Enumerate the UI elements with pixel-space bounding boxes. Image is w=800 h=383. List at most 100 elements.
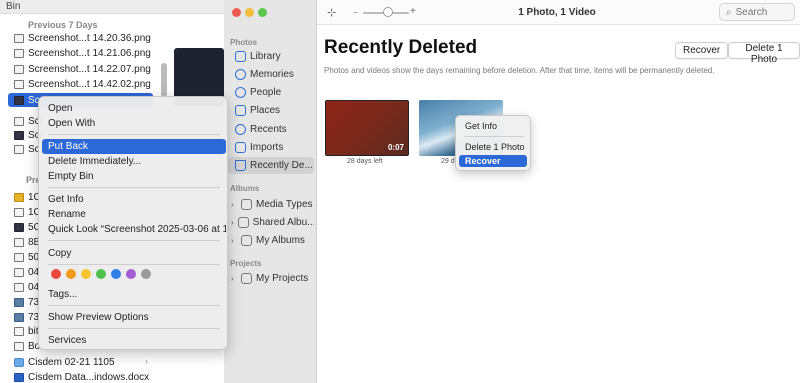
sidebar-section-photos: Photos [230, 38, 258, 47]
aspect-toggle-icon[interactable]: ⊹ [327, 6, 336, 19]
clock-icon [235, 124, 246, 135]
menu-item-copy[interactable]: Copy [42, 246, 226, 261]
sidebar-item-places[interactable]: Places [228, 102, 314, 119]
file-icon [14, 207, 24, 217]
file-icon [14, 64, 24, 74]
zoom-slider-knob[interactable] [383, 7, 393, 17]
file-row[interactable]: bit [14, 324, 39, 338]
menu-item-open[interactable]: Open [42, 101, 226, 116]
video-duration: 0:07 [387, 143, 404, 152]
folder-row[interactable]: Cisdem 02-21 1105 [14, 355, 115, 369]
menu-item-open-with[interactable]: Open With [42, 116, 226, 131]
tag-orange-dot[interactable] [66, 269, 76, 279]
menu-item-quick-look[interactable]: Quick Look “Screenshot 2025-03-06 at 10 [42, 222, 226, 237]
tag-blue-dot[interactable] [111, 269, 121, 279]
menu-item-delete-photo[interactable]: Delete 1 Photo [459, 141, 527, 153]
file-icon [14, 282, 24, 292]
close-window-button[interactable] [232, 8, 241, 17]
tag-purple-dot[interactable] [126, 269, 136, 279]
menu-item-empty-bin[interactable]: Empty Bin [42, 169, 226, 184]
delete-photo-button[interactable]: Delete 1 Photo [728, 42, 800, 65]
zoom-out-icon[interactable]: − [353, 8, 358, 17]
tag-red-dot[interactable] [51, 269, 61, 279]
file-row[interactable]: Screenshot...t 14.20.36.png [14, 31, 151, 45]
heart-icon[interactable]: ♡ [423, 142, 431, 153]
sidebar-item-memories[interactable]: Memories [228, 66, 314, 83]
photos-toolbar: ⊹ − + 1 Photo, 1 Video ⌕ [317, 0, 800, 25]
sidebar-item-recents[interactable]: Recents [228, 121, 314, 138]
photos-main-pane: ⊹ − + 1 Photo, 1 Video ⌕ Recently Delete… [317, 0, 800, 383]
menu-separator [48, 305, 220, 306]
menu-separator [48, 240, 220, 241]
file-icon [14, 33, 24, 43]
days-left-caption: 28 days left [347, 158, 383, 165]
recover-button[interactable]: Recover [675, 42, 729, 59]
file-row[interactable]: 50 [14, 250, 39, 264]
file-row[interactable]: Bo [14, 339, 40, 353]
sidebar-item-imports[interactable]: Imports [228, 139, 314, 156]
file-row[interactable]: Screenshot...t 14.22.07.png [14, 62, 151, 76]
menu-separator [48, 264, 220, 265]
file-row[interactable]: 73 [14, 310, 39, 324]
file-row[interactable]: Screenshot...t 14.21.06.png [14, 46, 151, 60]
folder-icon [237, 217, 249, 228]
file-row[interactable]: 5C [14, 220, 41, 234]
tag-green-dot[interactable] [96, 269, 106, 279]
file-row[interactable]: Cisdem Data...indows.docx [14, 370, 149, 383]
disclosure-chevron-icon[interactable]: › [231, 274, 237, 283]
import-icon [235, 142, 246, 153]
menu-item-get-info[interactable]: Get Info [459, 120, 527, 132]
disclosure-chevron-icon[interactable]: › [231, 200, 237, 209]
sidebar-item-library[interactable]: Library [228, 48, 314, 65]
file-icon [14, 341, 24, 351]
file-row[interactable]: Screenshot...t 14.42.02.png [14, 77, 151, 91]
library-icon [235, 51, 246, 62]
menu-item-put-back[interactable]: Put Back [42, 139, 226, 154]
menu-item-show-preview-options[interactable]: Show Preview Options [42, 310, 226, 325]
menu-item-services[interactable]: Services [42, 333, 226, 348]
zoom-window-button[interactable] [258, 8, 267, 17]
section-previous-7-days: Previous 7 Days [28, 20, 98, 30]
minimize-window-button[interactable] [245, 8, 254, 17]
menu-item-delete-immediately[interactable]: Delete Immediately... [42, 154, 226, 169]
sidebar-item-shared-albums[interactable]: › Shared Albu... [228, 214, 314, 231]
zoom-in-icon[interactable]: + [410, 6, 416, 17]
menu-item-rename[interactable]: Rename [42, 207, 226, 222]
file-icon [14, 222, 24, 232]
menu-item-get-info[interactable]: Get Info [42, 192, 226, 207]
search-input[interactable] [735, 6, 788, 18]
sidebar-section-projects: Projects [230, 259, 262, 268]
finder-context-menu: Open Open With Put Back Delete Immediate… [38, 96, 228, 350]
sidebar-item-my-albums[interactable]: › My Albums [228, 232, 314, 249]
file-row[interactable]: 04 [14, 265, 39, 279]
sidebar-item-people[interactable]: People [228, 84, 314, 101]
file-icon [14, 79, 24, 89]
file-row[interactable]: 04 [14, 280, 39, 294]
scrollbar-thumb[interactable] [161, 63, 167, 97]
sidebar-item-my-projects[interactable]: › My Projects [228, 270, 314, 287]
memories-icon [235, 69, 246, 80]
deleted-video-thumbnail[interactable]: 0:07 [325, 100, 409, 156]
tag-color-row [51, 269, 151, 279]
sidebar-item-recently-deleted[interactable]: Recently De... [228, 157, 314, 174]
tag-yellow-dot[interactable] [81, 269, 91, 279]
file-icon [14, 95, 24, 105]
folder-icon [241, 235, 252, 246]
sidebar-section-albums: Albums [230, 184, 260, 193]
file-row[interactable]: 1C [14, 190, 41, 204]
menu-item-recover[interactable]: Recover [459, 155, 527, 167]
file-icon [14, 130, 24, 140]
file-row[interactable]: 73 [14, 295, 39, 309]
sidebar-item-media-types[interactable]: › Media Types [228, 196, 314, 213]
map-pin-icon [235, 105, 246, 116]
file-icon [14, 48, 24, 58]
disclosure-chevron-icon[interactable]: › [231, 236, 237, 245]
file-row[interactable]: 8B [14, 235, 40, 249]
finder-title: Bin [0, 0, 229, 14]
tag-gray-dot[interactable] [141, 269, 151, 279]
menu-item-tags[interactable]: Tags... [42, 287, 226, 302]
word-doc-icon [14, 372, 24, 382]
disclosure-chevron-icon[interactable]: › [231, 218, 234, 227]
search-field[interactable]: ⌕ [719, 3, 795, 21]
file-row[interactable]: 1C [14, 205, 41, 219]
